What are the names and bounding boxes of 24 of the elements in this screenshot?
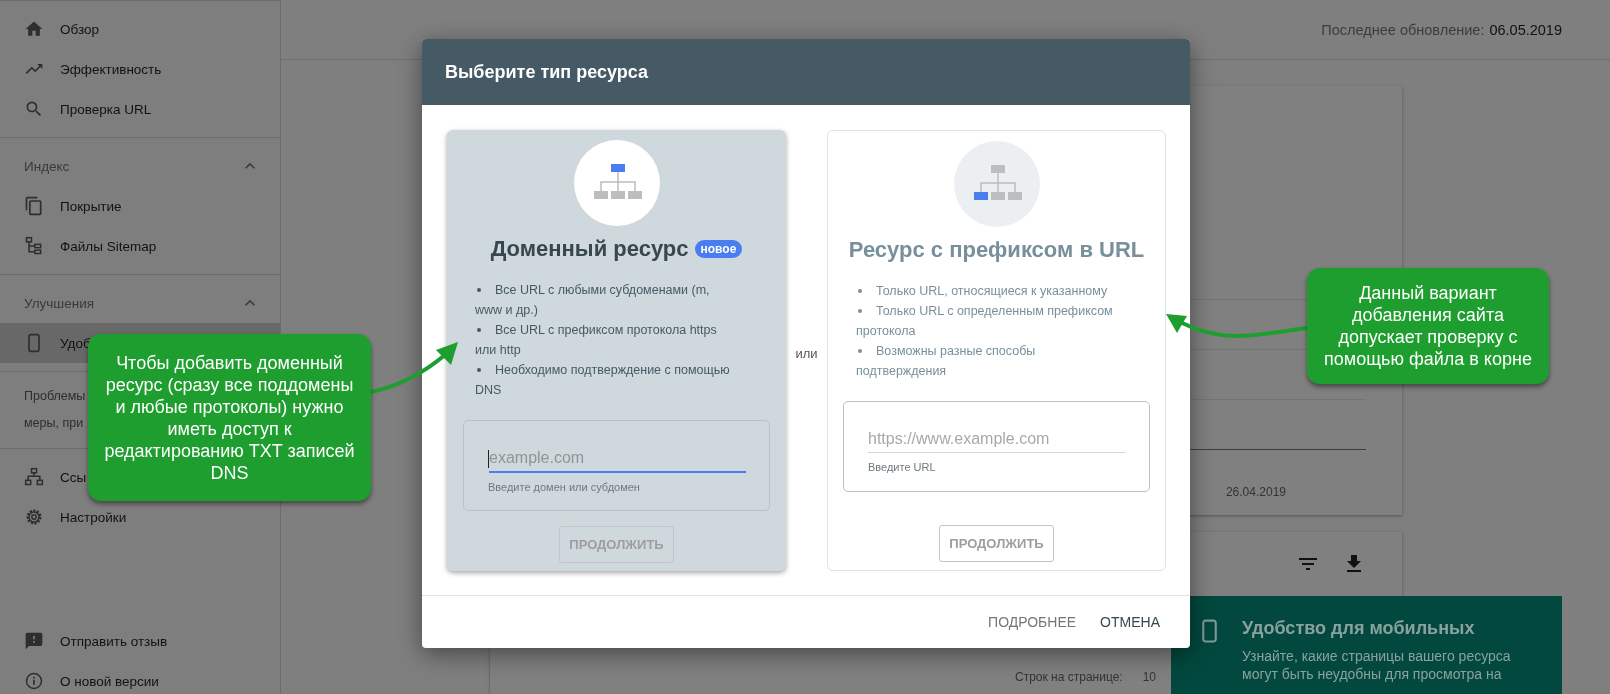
card-title: Доменный ресурс <box>490 236 689 262</box>
rows-per-page-label: Строк на странице: <box>1015 670 1123 684</box>
sidebar-note: меры, при <box>24 415 84 432</box>
annotation-tooltip: Данный вариант добавления сайта допускает проверку с помощью файла в корне <box>1307 268 1549 384</box>
bullet-text: Все URL с любыми субдоменами (m, www и др.) <box>475 282 711 319</box>
bullet-text: Все URL с префиксом протокола https или http <box>475 322 718 359</box>
bullet-text: Только URL, относящиеся к указанному <box>856 281 1119 301</box>
separator-text: или <box>794 346 819 361</box>
snackbar-text: Узнайте, какие страницы вашего ресурса могут быть неудобны для просмотра на <box>1242 647 1512 683</box>
helper-text: Введите домен или субдомен <box>488 481 641 493</box>
snackbar-title: Удобство для мобильных <box>1242 618 1476 639</box>
bullet-text: Необходимо подтверждение с помощью DNS <box>475 362 731 399</box>
new-badge: новое <box>694 240 743 258</box>
update-date: 06.05.2019 <box>1489 21 1562 38</box>
axis-date: 26.04.2019 <box>1225 485 1286 499</box>
helper-text: Введите URL <box>868 461 937 473</box>
section-heading: Улучшения <box>24 295 94 311</box>
card-title: Ресурс с префиксом в URL <box>848 237 1145 263</box>
update-label: Последнее обновление: <box>1321 21 1485 38</box>
bullet-text: Только URL с определенным префиксом протокола <box>856 303 1114 340</box>
dialog-title: Выберите тип ресурса <box>445 61 648 83</box>
sidebar-note: Проблемы <box>24 388 86 405</box>
bullet-text: Возможны разные способы подтверждения <box>856 343 1037 380</box>
section-heading: Индекс <box>24 158 70 174</box>
